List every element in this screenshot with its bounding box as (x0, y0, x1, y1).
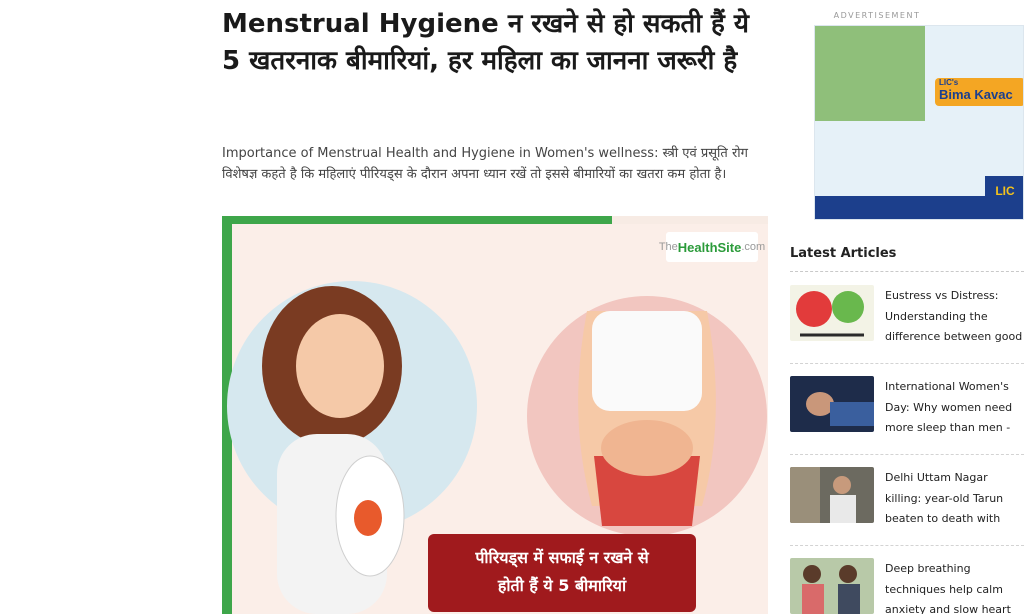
woman-face (296, 314, 384, 418)
hero-image[interactable]: The HealthSite .com पीरियड्स में सफाई न रख… (222, 216, 768, 614)
sleeping-woman-icon (790, 376, 874, 432)
healthsite-logo: The HealthSite .com (659, 232, 765, 262)
news-photo-icon (790, 467, 874, 523)
hero-caption-line1: पीरियड्स में सफाई न रखने से (475, 548, 649, 567)
lic-logo: LIC (985, 176, 1023, 206)
torso-top (592, 311, 702, 411)
ad-title: LIC's Bima Kavac (935, 78, 1023, 106)
pad-stain (354, 500, 382, 536)
list-item[interactable]: Eustress vs Distress: Understanding the … (790, 285, 1024, 365)
hero-caption: पीरियड्स में सफाई न रखने से होती हैं ये … (428, 534, 696, 612)
divider (790, 363, 1024, 364)
ad-family-photo (815, 26, 925, 121)
list-item-title[interactable]: International Women's Day: Why women nee… (885, 377, 1024, 443)
list-item[interactable]: Deep breathing techniques help calm anxi… (790, 558, 1024, 614)
stress-illustration-icon (790, 285, 874, 341)
torso-hands (601, 420, 693, 476)
list-item-title[interactable]: Eustress vs Distress: Understanding the … (885, 286, 1024, 352)
divider (790, 545, 1024, 546)
advertisement-label: ADVERTISEMENT (833, 11, 921, 20)
breathing-women-icon (790, 558, 874, 614)
divider (790, 271, 1024, 272)
list-item-title[interactable]: Deep breathing techniques help calm anxi… (885, 559, 1024, 614)
latest-articles-heading: Latest Articles (790, 246, 897, 261)
hero-caption-line2: होती हैं ये 5 बीमारियां (497, 576, 627, 595)
article-thumbnail[interactable] (790, 285, 874, 341)
article-thumbnail[interactable] (790, 467, 874, 523)
divider (790, 454, 1024, 455)
article-headline: Menstrual Hygiene न रखने से हो सकती हैं … (222, 9, 749, 76)
article-thumbnail[interactable] (790, 376, 874, 432)
list-item[interactable]: International Women's Day: Why women nee… (790, 376, 1024, 456)
advertisement-banner[interactable]: LIC's Bima Kavac LIC (814, 25, 1024, 220)
list-item-title[interactable]: Delhi Uttam Nagar killing: year-old Taru… (885, 468, 1024, 534)
list-item[interactable]: Delhi Uttam Nagar killing: year-old Taru… (790, 467, 1024, 547)
article-summary: Importance of Menstrual Health and Hygie… (222, 146, 748, 182)
article-thumbnail[interactable] (790, 558, 874, 614)
